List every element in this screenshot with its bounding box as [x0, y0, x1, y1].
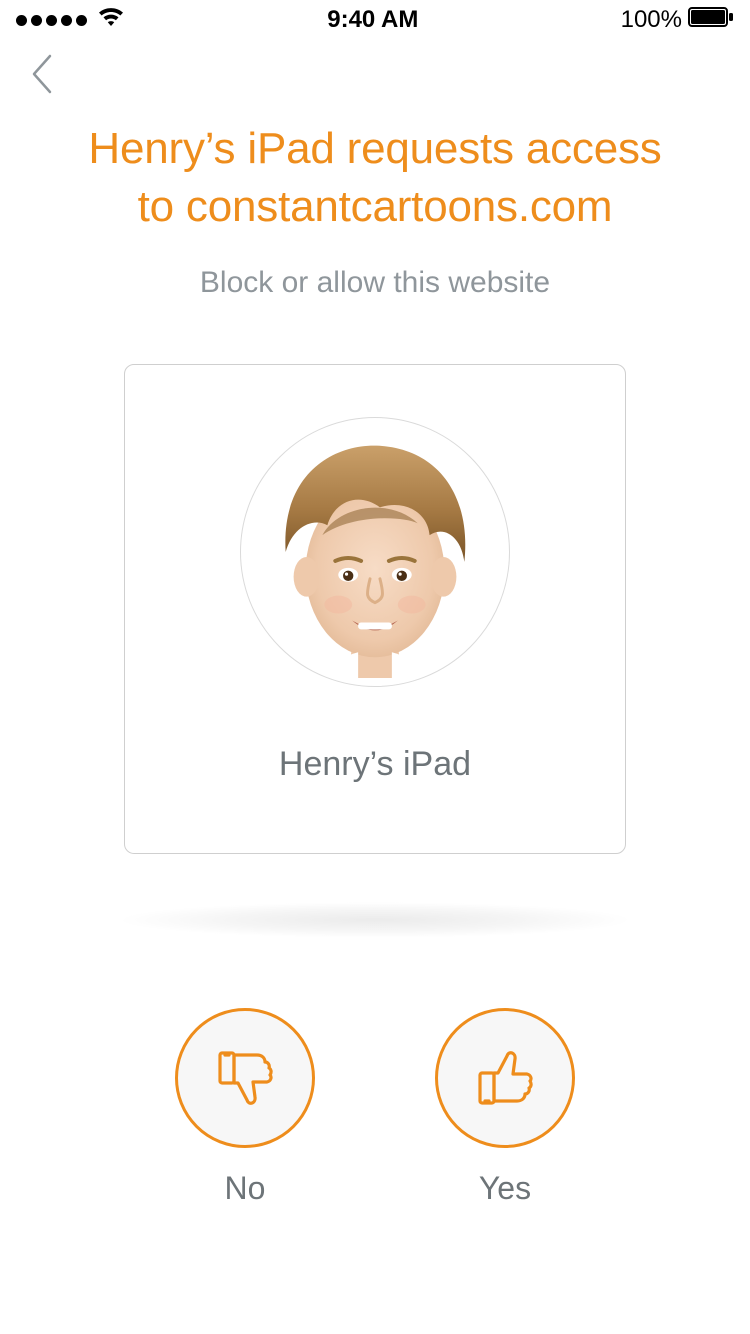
- signal-strength-icon: [16, 15, 87, 26]
- thumbs-up-icon: [435, 1008, 575, 1148]
- chevron-left-icon: [28, 52, 54, 96]
- status-time: 9:40 AM: [327, 6, 418, 34]
- no-label: No: [225, 1170, 266, 1207]
- page-title: Henry’s iPad requests access to constant…: [40, 120, 710, 236]
- avatar: [240, 417, 510, 687]
- nav-bar: [0, 40, 750, 112]
- device-label: Henry’s iPad: [279, 745, 471, 784]
- back-button[interactable]: [28, 52, 54, 101]
- thumbs-down-icon: [175, 1008, 315, 1148]
- status-left: [16, 6, 125, 35]
- card-shadow: [0, 902, 750, 938]
- wifi-icon: [97, 6, 125, 35]
- title-line-1: Henry’s iPad requests access: [88, 124, 661, 173]
- title-line-2: to constantcartoons.com: [138, 182, 613, 231]
- action-row: No Yes: [0, 1008, 750, 1207]
- avatar-image: [241, 417, 509, 687]
- page-title-wrap: Henry’s iPad requests access to constant…: [0, 120, 750, 236]
- device-card-wrap: Henry’s iPad: [0, 364, 750, 854]
- device-card: Henry’s iPad: [124, 364, 626, 854]
- battery-icon: [688, 6, 734, 34]
- yes-label: Yes: [479, 1170, 531, 1207]
- status-right: 100%: [621, 6, 734, 34]
- no-button[interactable]: No: [175, 1008, 315, 1207]
- status-bar: 9:40 AM 100%: [0, 0, 750, 40]
- battery-percent: 100%: [621, 6, 682, 34]
- yes-button[interactable]: Yes: [435, 1008, 575, 1207]
- page-subtitle: Block or allow this website: [0, 266, 750, 300]
